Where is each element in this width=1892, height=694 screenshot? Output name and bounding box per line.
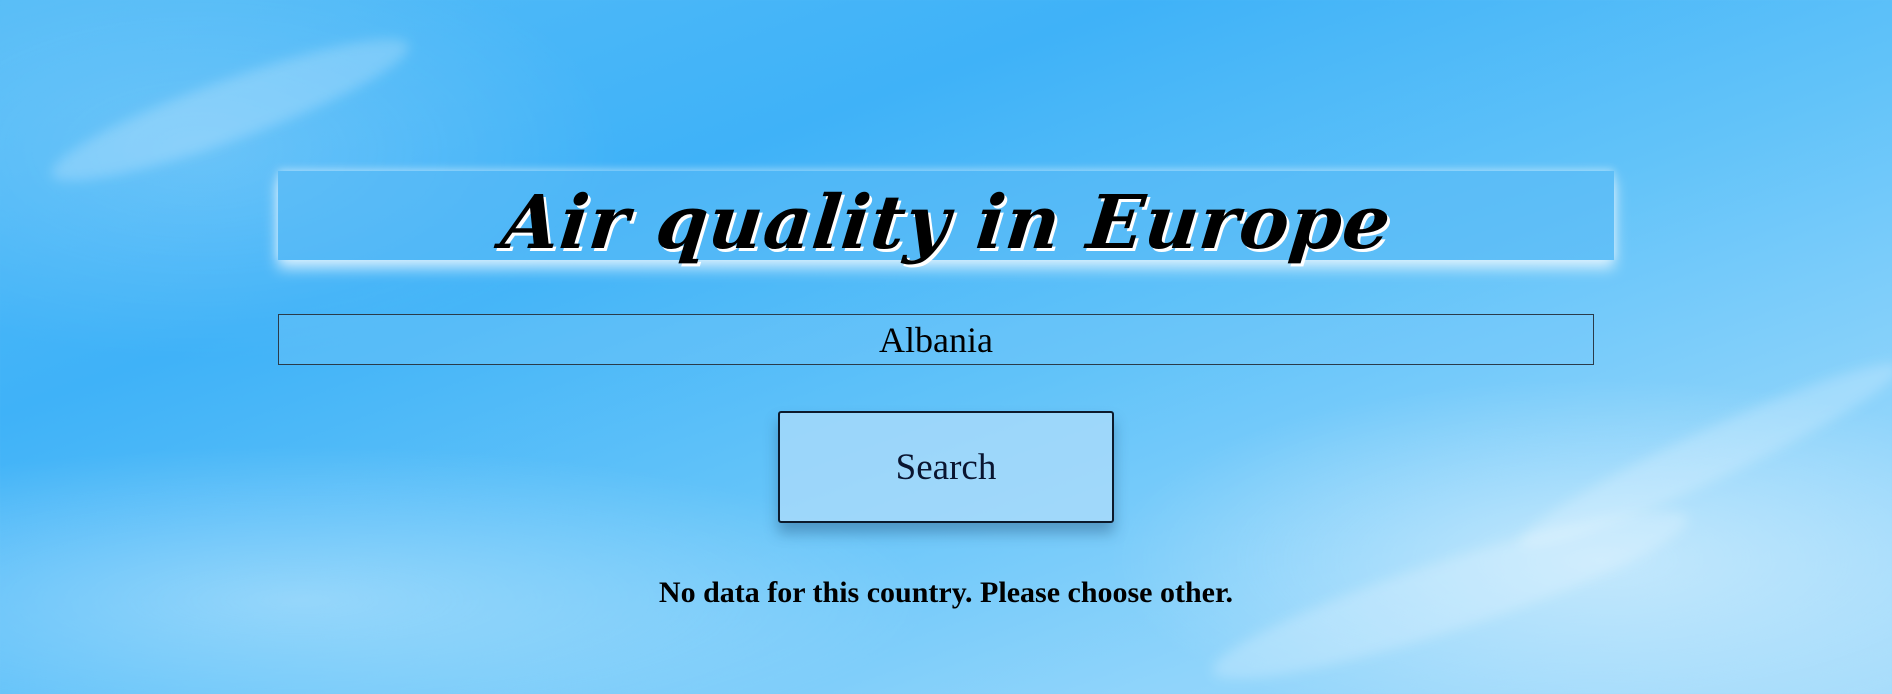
status-message: No data for this country. Please choose … bbox=[658, 576, 1234, 609]
title-banner: Air quality in Europe bbox=[278, 171, 1614, 266]
country-search-input[interactable] bbox=[278, 314, 1594, 365]
search-button[interactable]: Search bbox=[778, 411, 1114, 523]
page-title: Air quality in Europe bbox=[496, 179, 1396, 266]
